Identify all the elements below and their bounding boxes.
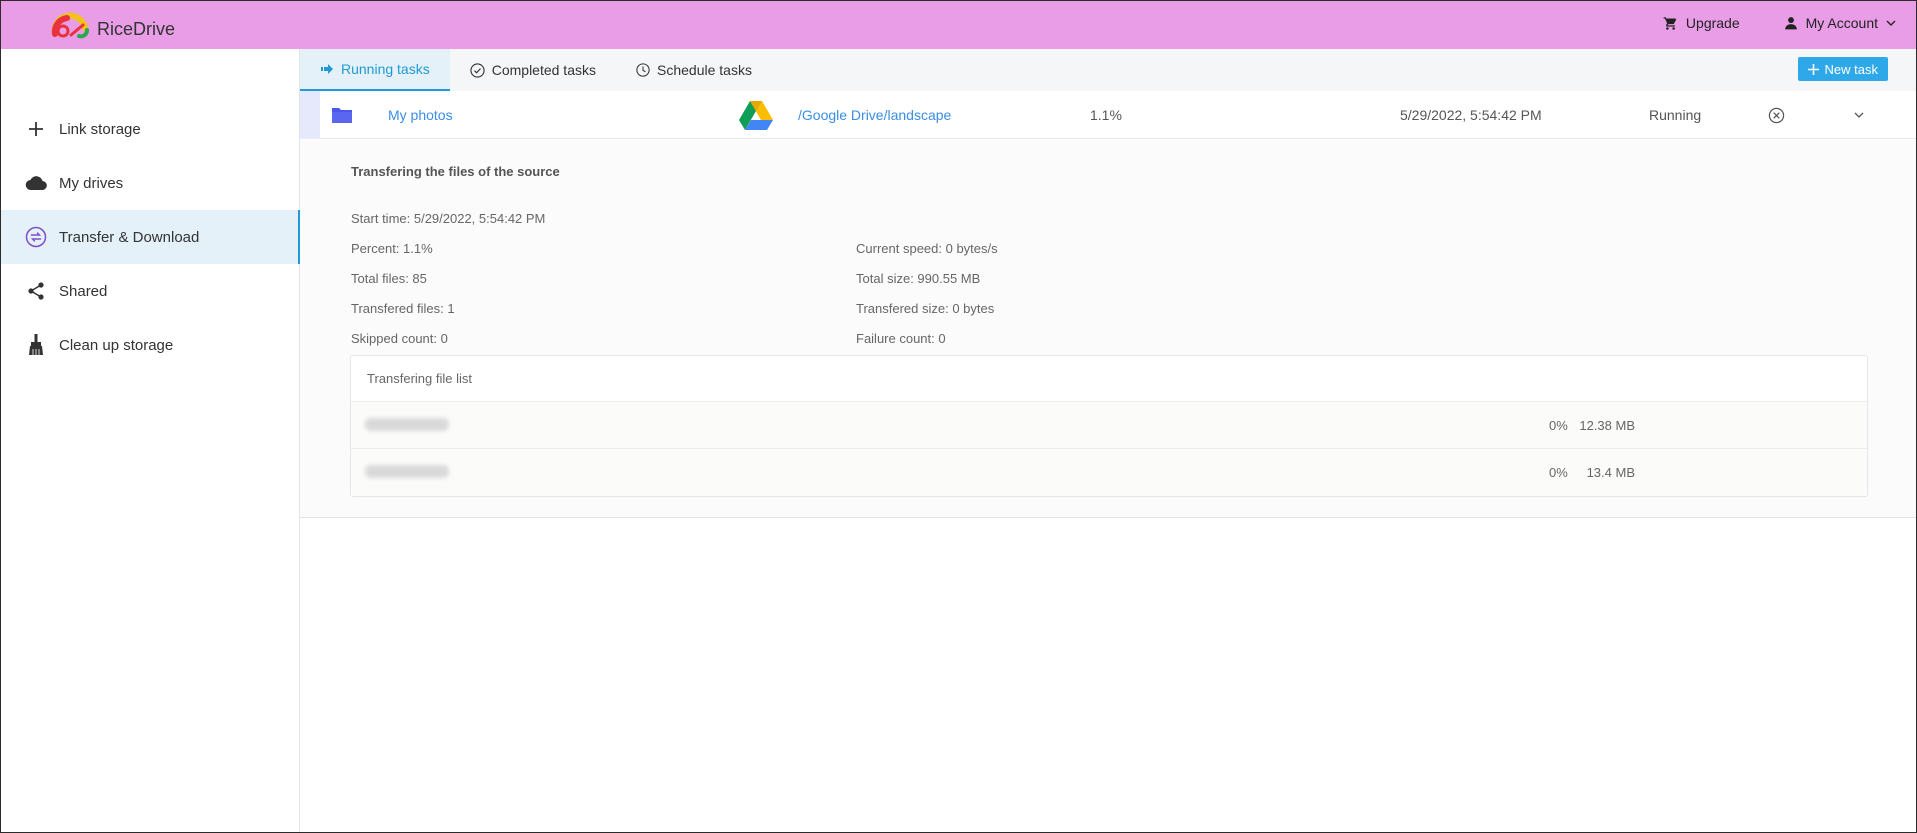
task-tabs: Running tasks Completed tasks Schedule t… [300,49,1916,91]
new-task-button[interactable]: New task [1797,57,1888,81]
sidebar-item-link-storage[interactable]: Link storage [1,102,299,156]
folder-icon [331,91,353,139]
task-row-marker [300,91,320,139]
sidebar-item-clean-up-storage[interactable]: Clean up storage [1,318,299,372]
task-row[interactable]: My photos /Google Drive/landscape 1.1% 5… [300,91,1916,139]
task-destination-link[interactable]: /Google Drive/landscape [798,107,951,123]
tab-label: Completed tasks [491,62,596,78]
share-icon [25,280,47,302]
clock-icon [636,63,650,77]
upgrade-label: Upgrade [1685,15,1740,31]
sidebar-item-label: Clean up storage [59,336,174,354]
transfer-icon [25,226,47,248]
table-row[interactable]: 13.4 MB 0% [351,449,1867,496]
detail-total-files: Total files: 85 [351,271,427,286]
tab-running-tasks[interactable]: Running tasks [300,49,450,91]
cancel-task-icon[interactable] [1768,91,1785,139]
task-source-link[interactable]: My photos [388,107,453,123]
plus-icon [1807,63,1819,75]
chevron-down-icon [1886,20,1896,26]
broom-icon [25,334,47,356]
table-row[interactable]: 12.38 MB 0% [351,402,1867,449]
detail-transfered-size: Transfered size: 0 bytes [856,301,995,316]
tab-completed-tasks[interactable]: Completed tasks [450,49,616,91]
detail-start-time: Start time: 5/29/2022, 5:54:42 PM [351,211,546,226]
sidebar-nav: Link storage My drives Transfer & Downlo… [1,102,300,372]
detail-percent: Percent: 1.1% [351,241,433,256]
cart-icon [1663,16,1677,30]
cloud-icon [25,172,47,194]
app-name: RiceDrive [97,18,176,39]
plus-icon [25,118,47,140]
task-status: Running [1649,107,1702,123]
new-task-label: New task [1824,61,1878,77]
sidebar-item-label: My drives [59,174,124,192]
main-content: Running tasks Completed tasks Schedule t… [300,49,1916,832]
transfering-file-list: Transfering file list 12.38 MB 0% 13.4 M… [350,355,1868,497]
detail-current-speed: Current speed: 0 bytes/s [856,241,998,256]
file-size: 13.4 MB [1586,465,1635,480]
arrow-right-icon [321,64,333,74]
sidebar-item-my-drives[interactable]: My drives [1,156,299,210]
my-account-button[interactable]: My Account [1784,15,1896,31]
tab-label: Running tasks [341,61,430,77]
detail-transfered-files: Transfered files: 1 [351,301,455,316]
detail-skipped-count: Skipped count: 0 [351,331,448,346]
ricedrive-logo-icon [51,12,89,39]
check-circle-icon [470,62,485,78]
google-drive-icon [739,91,773,139]
my-account-label: My Account [1805,15,1878,31]
sidebar-item-label: Shared [59,282,108,300]
details-title: Transfering the files of the source [351,164,560,179]
file-name-blurred [365,418,449,431]
app-logo[interactable]: RiceDrive [49,10,175,40]
file-size: 12.38 MB [1579,418,1635,433]
top-header: RiceDrive Upgrade My Account [1,1,1916,49]
sidebar: Link storage My drives Transfer & Downlo… [1,49,300,832]
tab-schedule-tasks[interactable]: Schedule tasks [616,49,772,91]
detail-failure-count: Failure count: 0 [856,331,946,346]
user-icon [1784,17,1797,30]
task-details-panel: Transfering the files of the source Star… [300,140,1916,518]
file-percent: 0% [1549,418,1568,433]
task-time: 5/29/2022, 5:54:42 PM [1400,107,1542,123]
expand-chevron-icon[interactable] [1854,91,1864,139]
sidebar-item-transfer-download[interactable]: Transfer & Download [1,210,300,264]
file-percent: 0% [1549,465,1568,480]
tab-label: Schedule tasks [657,62,752,78]
header-actions: Upgrade My Account [1663,1,1896,45]
file-name-blurred [365,465,449,478]
sidebar-item-shared[interactable]: Shared [1,264,299,318]
task-percent: 1.1% [1090,107,1122,123]
file-list-title: Transfering file list [351,356,1867,402]
sidebar-item-label: Link storage [59,120,141,138]
sidebar-item-label: Transfer & Download [59,228,200,246]
upgrade-button[interactable]: Upgrade [1663,15,1740,31]
app-window: RiceDrive Upgrade My Account Link storag… [0,0,1917,833]
detail-total-size: Total size: 990.55 MB [856,271,981,286]
